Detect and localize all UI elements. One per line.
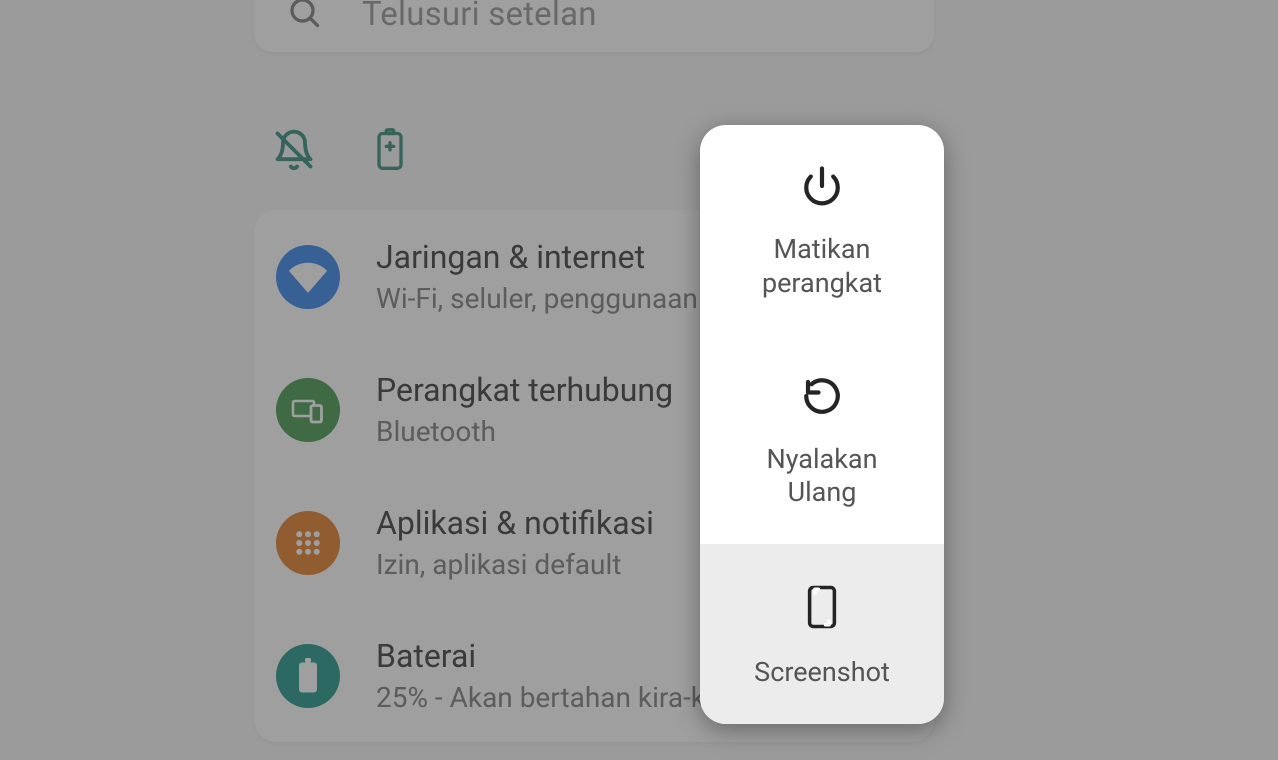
restart-icon (801, 375, 843, 421)
power-item-shutdown[interactable]: Matikan perangkat (700, 125, 944, 335)
screenshot-icon (805, 584, 839, 634)
power-item-label: Matikan perangkat (762, 233, 882, 301)
power-menu: Matikan perangkat Nyalakan Ulang Screens… (700, 125, 944, 724)
power-icon (801, 165, 843, 211)
power-item-label: Nyalakan Ulang (766, 443, 877, 511)
power-item-screenshot[interactable]: Screenshot (700, 544, 944, 724)
dim-overlay[interactable] (0, 0, 1278, 760)
power-item-label: Screenshot (754, 656, 890, 690)
power-item-restart[interactable]: Nyalakan Ulang (700, 335, 944, 545)
